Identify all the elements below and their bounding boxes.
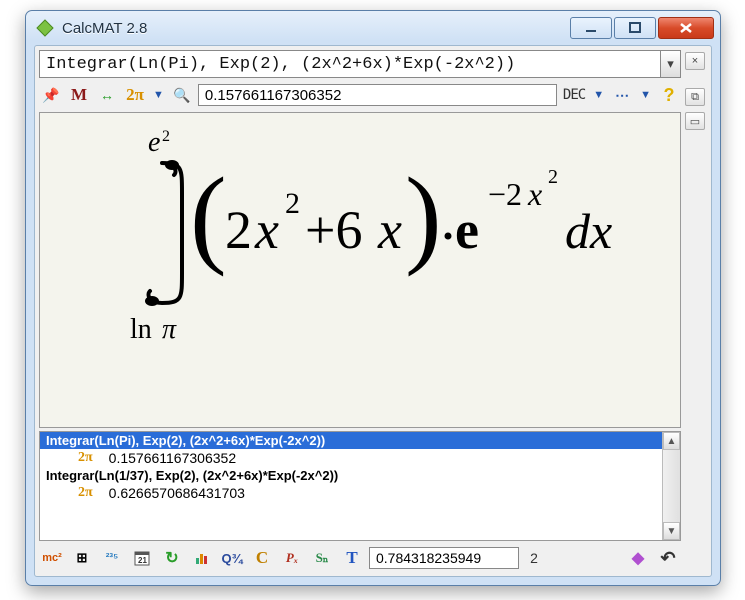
Sn-button[interactable]: Sₙ	[309, 547, 335, 569]
undo-button[interactable]: ↶	[655, 547, 681, 569]
top-toolbar: 📌 M ↔ 2π ▼ 🔍 DEC ▼ ⋯ ▼ ?	[39, 81, 681, 109]
mc2-button[interactable]: mc²	[39, 547, 65, 569]
numbers-button[interactable]: ²³⁵	[99, 547, 125, 569]
svg-text:x: x	[377, 200, 402, 260]
twopi-icon: 2π	[78, 485, 93, 501]
stats-button[interactable]	[189, 547, 215, 569]
mode-dropdown[interactable]: ▼	[591, 89, 606, 101]
twopi-dropdown[interactable]: ▼	[151, 89, 166, 101]
side-column: × ⧉ ▭	[685, 50, 707, 572]
scroll-track[interactable]	[663, 450, 680, 522]
svg-text:2: 2	[162, 128, 170, 145]
math-display: e 2 ln π ( 2 x 2 +6 x	[39, 112, 681, 428]
C-button[interactable]: C	[249, 547, 275, 569]
formula-bar: ▾	[39, 50, 681, 78]
Q-button[interactable]: Q¾	[219, 547, 245, 569]
titlebar: CalcMAT 2.8	[26, 11, 720, 45]
history-item-expr[interactable]: Integrar(Ln(1/37), Exp(2), (2x^2+6x)*Exp…	[40, 467, 680, 484]
Px-button[interactable]: Pₓ	[279, 547, 305, 569]
magnify-button[interactable]: 🔍	[170, 84, 194, 106]
svg-text:e: e	[455, 200, 479, 260]
window-title: CalcMAT 2.8	[62, 20, 560, 37]
svg-text:π: π	[162, 314, 177, 345]
more-dropdown[interactable]: ▼	[638, 89, 653, 101]
maximize-button[interactable]	[614, 17, 656, 39]
more-button[interactable]: ⋯	[610, 84, 634, 106]
app-window: CalcMAT 2.8 ▾ 📌 M ↔	[25, 10, 721, 586]
svg-text:dx: dx	[565, 203, 612, 259]
help-button[interactable]: ?	[657, 84, 681, 106]
svg-text:x: x	[254, 200, 279, 260]
svg-text:+6: +6	[305, 200, 362, 260]
T-button[interactable]: T	[339, 547, 365, 569]
history-scrollbar[interactable]: ▲ ▼	[662, 432, 680, 540]
history-value-text: 0.157661167306352	[109, 450, 236, 466]
page-number: 2	[523, 550, 545, 566]
svg-text:2: 2	[548, 166, 558, 188]
window-controls	[568, 17, 714, 39]
calendar-button[interactable]: 21	[129, 547, 155, 569]
formula-dropdown-button[interactable]: ▾	[661, 50, 681, 78]
svg-text:21: 21	[138, 556, 147, 565]
svg-text:): )	[405, 155, 442, 277]
svg-text:(: (	[190, 155, 227, 277]
history-list: Integrar(Ln(Pi), Exp(2), (2x^2+6x)*Exp(-…	[40, 432, 680, 502]
history-panel: Integrar(Ln(Pi), Exp(2), (2x^2+6x)*Exp(-…	[39, 431, 681, 541]
bottom-toolbar: mc² ⊞ ²³⁵ 21 ↻ Q¾ C Pₓ Sₙ T 2 ◆ ↶	[39, 544, 681, 572]
formula-input[interactable]	[39, 50, 661, 78]
mode-label[interactable]: DEC	[561, 84, 587, 106]
history-item-expr[interactable]: Integrar(Ln(Pi), Exp(2), (2x^2+6x)*Exp(-…	[40, 432, 680, 449]
result-field[interactable]	[198, 84, 557, 106]
math-rendering: e 2 ln π ( 2 x 2 +6 x	[90, 123, 670, 353]
history-value-text: 0.6266570686431703	[109, 485, 245, 501]
resize-button[interactable]: ↔	[95, 84, 119, 106]
close-button[interactable]	[658, 17, 714, 39]
history-item-value[interactable]: 2π 0.6266570686431703	[40, 484, 680, 502]
svg-text:−2: −2	[488, 176, 522, 212]
svg-text:2: 2	[285, 187, 300, 220]
app-icon	[36, 19, 54, 37]
twopi-icon: 2π	[78, 450, 93, 466]
side-close-button[interactable]: ×	[685, 52, 705, 70]
minimize-button[interactable]	[570, 17, 612, 39]
scroll-down-button[interactable]: ▼	[663, 522, 680, 540]
bottom-value-field[interactable]	[369, 547, 519, 569]
svg-text:e: e	[148, 127, 160, 158]
side-mini-button[interactable]: ▭	[685, 112, 705, 130]
memory-button[interactable]: M	[67, 84, 91, 106]
client-area: ▾ 📌 M ↔ 2π ▼ 🔍 DEC ▼ ⋯ ▼ ?	[34, 45, 712, 577]
twopi-button[interactable]: 2π	[123, 84, 147, 106]
clear-button[interactable]: ◆	[625, 547, 651, 569]
scroll-up-button[interactable]: ▲	[663, 432, 680, 450]
side-copy-button[interactable]: ⧉	[685, 88, 705, 106]
svg-text:2: 2	[225, 200, 252, 260]
main-column: ▾ 📌 M ↔ 2π ▼ 🔍 DEC ▼ ⋯ ▼ ?	[39, 50, 681, 572]
svg-text:x: x	[527, 176, 542, 212]
svg-text:ln: ln	[130, 314, 152, 345]
pin-button[interactable]: 📌	[39, 84, 63, 106]
redo-button[interactable]: ↻	[159, 547, 185, 569]
history-item-value[interactable]: 2π 0.157661167306352	[40, 449, 680, 467]
grid-button[interactable]: ⊞	[69, 547, 95, 569]
